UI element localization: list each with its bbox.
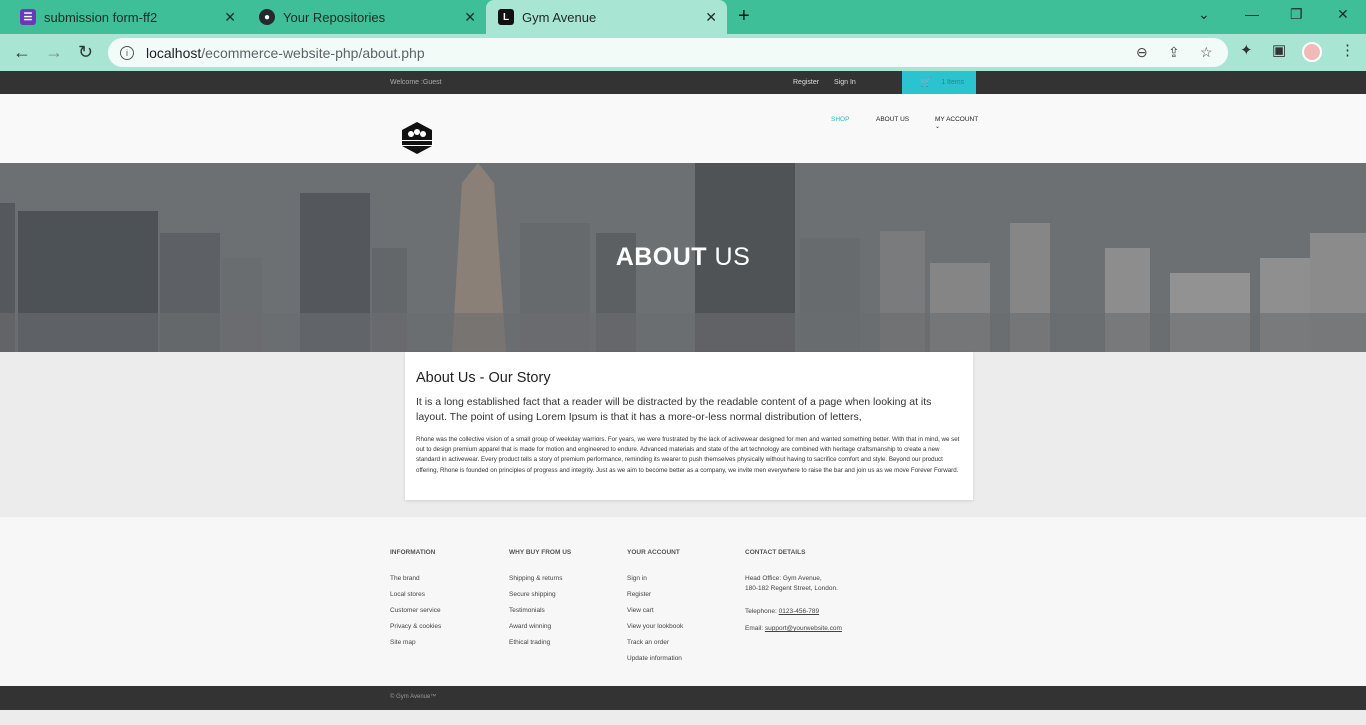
office-line-1: Head Office: Gym Avenue, <box>745 575 822 582</box>
nav-about-us[interactable]: ABOUT US <box>876 116 909 123</box>
menu-dots-icon[interactable]: ⋮ <box>1340 41 1355 59</box>
nav-my-account[interactable]: MY ACCOUNT ⌄ <box>935 116 979 130</box>
letter-l-icon: L <box>498 9 514 25</box>
site-header: SHOP ABOUT US MY ACCOUNT ⌄ <box>0 94 1366 163</box>
story-card: About Us - Our Story It is a long establ… <box>405 352 973 500</box>
tab-title: submission form-ff2 <box>44 9 158 25</box>
footer-link[interactable]: View your lookbook <box>627 623 683 630</box>
phone-label: Telephone: <box>745 608 779 615</box>
email-link[interactable]: support@yourwebsite.com <box>765 625 842 632</box>
nav-shop[interactable]: SHOP <box>831 116 849 123</box>
footer-your-account: YOUR ACCOUNT Sign in Register View cart … <box>627 549 683 671</box>
browser-toolbar: ← → ↻ i localhost/ecommerce-website-php/… <box>0 34 1366 71</box>
back-icon[interactable]: ← <box>13 42 31 63</box>
footer-link[interactable]: Testimonials <box>509 607 571 614</box>
chevron-down-icon: ⌄ <box>935 124 941 130</box>
copyright-text: © Gym Avenue™ <box>390 694 437 700</box>
story-body: Rhone was the collective vision of a sma… <box>416 436 960 474</box>
footer-link[interactable]: Privacy & cookies <box>390 623 441 630</box>
page-viewport: Welcome :Guest Register Sign In 🛒 1 Item… <box>0 71 1366 725</box>
footer-heading: CONTACT DETAILS <box>745 549 806 556</box>
footer-heading: WHY BUY FROM US <box>509 549 572 556</box>
footer-link[interactable]: Shipping & returns <box>509 575 571 582</box>
browser-tab-bar: ☰ submission form-ff2 ✕ ● Your Repositor… <box>0 0 1366 34</box>
gym-avenue-logo[interactable] <box>399 121 435 155</box>
footer-information: INFORMATION The brand Local stores Custo… <box>390 549 441 655</box>
phone-row: Telephone: 0123-456-789 <box>745 608 842 615</box>
footer-link[interactable]: View cart <box>627 607 683 614</box>
close-window-icon[interactable]: ✕ <box>1337 6 1349 23</box>
footer-link[interactable]: Site map <box>390 639 441 646</box>
footer-heading: INFORMATION <box>390 549 436 556</box>
close-icon[interactable]: ✕ <box>705 9 717 26</box>
url-path: /ecommerce-website-php/about.php <box>201 44 425 61</box>
footer-link[interactable]: The brand <box>390 575 441 582</box>
footer-link[interactable]: Track an order <box>627 639 683 646</box>
info-icon[interactable]: i <box>120 45 134 60</box>
page-title: ABOUT US <box>0 243 1366 272</box>
restore-icon[interactable]: ❐ <box>1290 6 1303 23</box>
phone-link[interactable]: 0123-456-789 <box>779 608 819 615</box>
star-icon[interactable]: ☆ <box>1200 44 1213 61</box>
story-lead: It is a long established fact that a rea… <box>416 396 932 423</box>
footer-link[interactable]: Register <box>627 591 683 598</box>
email-label: Email: <box>745 625 765 632</box>
footer-link[interactable]: Update information <box>627 655 683 662</box>
minimize-icon[interactable]: — <box>1245 6 1259 22</box>
nav-my-account-label: MY ACCOUNT <box>935 116 979 123</box>
welcome-text: Welcome :Guest <box>390 79 442 86</box>
office-line-2: 180-182 Regent Street, London. <box>745 585 838 592</box>
footer-link[interactable]: Customer service <box>390 607 441 614</box>
github-icon: ● <box>259 9 275 25</box>
address-bar[interactable]: i localhost/ecommerce-website-php/about.… <box>108 38 1228 67</box>
cart-button[interactable]: 🛒 1 Items <box>902 71 976 94</box>
side-panel-icon[interactable]: ▣ <box>1272 41 1286 59</box>
footer-link[interactable]: Sign in <box>627 575 683 582</box>
url-host: localhost <box>146 44 202 61</box>
tab-title: Your Repositories <box>283 9 386 25</box>
close-icon[interactable]: ✕ <box>464 9 476 26</box>
extensions-icon[interactable]: ✦ <box>1240 41 1253 59</box>
site-footer: INFORMATION The brand Local stores Custo… <box>0 517 1366 686</box>
chevron-down-icon[interactable]: ⌄ <box>1198 6 1210 23</box>
email-row: Email: support@yourwebsite.com <box>745 625 842 632</box>
new-tab-icon[interactable]: + <box>738 5 750 28</box>
tab-title: Gym Avenue <box>522 9 597 25</box>
share-icon[interactable]: ⇪ <box>1168 44 1180 61</box>
copyright-bar: © Gym Avenue™ <box>0 686 1366 710</box>
hero-banner: ABOUT US <box>0 163 1366 352</box>
cart-count: 1 Items <box>941 79 965 86</box>
footer-heading: YOUR ACCOUNT <box>627 549 680 556</box>
tab-gym-avenue[interactable]: L Gym Avenue ✕ <box>486 0 727 34</box>
title-rest: US <box>707 243 751 271</box>
zoom-icon[interactable]: ⊖ <box>1136 44 1148 61</box>
footer-link[interactable]: Local stores <box>390 591 441 598</box>
footer-link[interactable]: Ethical trading <box>509 639 571 646</box>
tab-submission-form[interactable]: ☰ submission form-ff2 ✕ <box>0 0 246 34</box>
close-icon[interactable]: ✕ <box>224 9 236 26</box>
footer-link[interactable]: Secure shipping <box>509 591 571 598</box>
register-link[interactable]: Register <box>793 79 819 86</box>
profile-avatar[interactable] <box>1302 42 1322 62</box>
top-strip: Welcome :Guest Register Sign In 🛒 1 Item… <box>0 71 1366 94</box>
signin-link[interactable]: Sign In <box>834 79 856 86</box>
story-heading: About Us - Our Story <box>416 370 551 386</box>
forms-icon: ☰ <box>20 9 36 25</box>
footer-why-buy: WHY BUY FROM US Shipping & returns Secur… <box>509 549 571 655</box>
cart-icon: 🛒 <box>920 77 932 87</box>
footer-link[interactable]: Award winning <box>509 623 571 630</box>
reload-icon[interactable]: ↻ <box>78 42 93 63</box>
tab-your-repositories[interactable]: ● Your Repositories ✕ <box>246 0 486 34</box>
forward-icon[interactable]: → <box>45 42 63 63</box>
title-bold: ABOUT <box>615 243 708 271</box>
footer-contact: CONTACT DETAILS Head Office: Gym Avenue,… <box>745 549 842 635</box>
